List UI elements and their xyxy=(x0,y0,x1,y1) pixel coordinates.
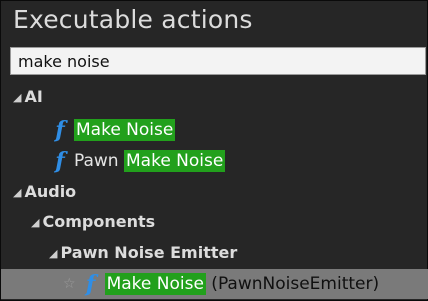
function-icon: f xyxy=(55,117,65,143)
star-icon[interactable]: ☆ xyxy=(63,276,76,292)
action-label: Make Noise (PawnNoiseEmitter) xyxy=(104,273,380,295)
category-pawn-noise-emitter[interactable]: ◢ Pawn Noise Emitter xyxy=(1,237,428,267)
search-input[interactable] xyxy=(11,48,425,74)
action-item-selected[interactable]: ☆ f Make Noise (PawnNoiseEmitter) xyxy=(1,269,428,299)
action-label: Make Noise xyxy=(74,119,176,141)
search-box[interactable] xyxy=(10,47,426,75)
search-match-highlight: Make Noise xyxy=(104,273,206,295)
function-icon: f xyxy=(55,148,65,174)
category-components[interactable]: ◢ Components xyxy=(1,206,428,236)
action-label: Pawn Make Noise xyxy=(74,150,226,172)
action-item[interactable]: f Make Noise xyxy=(1,115,428,145)
action-item[interactable]: f Pawn Make Noise xyxy=(1,146,428,176)
category-label: Audio xyxy=(24,181,77,201)
search-match-highlight: Make Noise xyxy=(124,150,226,172)
search-match-highlight: Make Noise xyxy=(74,119,176,141)
panel-title: Executable actions xyxy=(13,5,253,34)
category-label: AI xyxy=(24,86,43,106)
expanded-arrow-icon[interactable]: ◢ xyxy=(13,91,21,104)
category-ai[interactable]: ◢ AI xyxy=(1,81,428,111)
expanded-arrow-icon[interactable]: ◢ xyxy=(31,216,39,229)
executable-actions-panel: Executable actions ◢ AI f Make Noise f P… xyxy=(0,0,428,301)
category-label: Pawn Noise Emitter xyxy=(60,242,238,262)
category-label: Components xyxy=(42,211,156,231)
function-icon: f xyxy=(85,271,96,297)
expanded-arrow-icon[interactable]: ◢ xyxy=(49,247,57,260)
expanded-arrow-icon[interactable]: ◢ xyxy=(13,186,21,199)
category-audio[interactable]: ◢ Audio xyxy=(1,176,428,206)
